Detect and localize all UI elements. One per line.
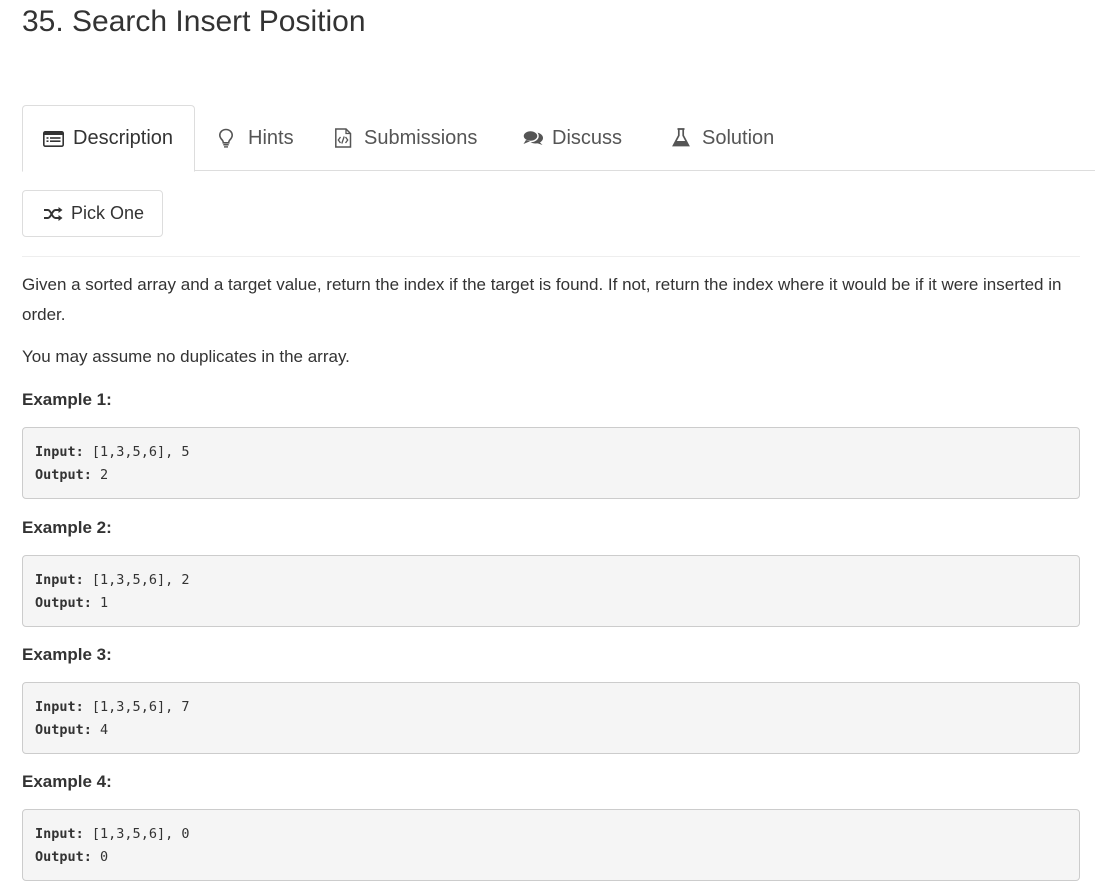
input-value: [1,3,5,6], 0 bbox=[91, 826, 190, 842]
example-code-block: Input: [1,3,5,6], 2 Output: 1 bbox=[22, 555, 1080, 627]
example-code-block: Input: [1,3,5,6], 7 Output: 4 bbox=[22, 682, 1080, 754]
tab-discuss[interactable]: Discuss bbox=[522, 105, 622, 171]
input-value: [1,3,5,6], 2 bbox=[91, 572, 190, 588]
output-value: 0 bbox=[100, 849, 109, 865]
problem-page: 35. Search Insert Position Description H… bbox=[0, 0, 1095, 895]
tab-description[interactable]: Description bbox=[22, 105, 195, 172]
tab-label: Submissions bbox=[364, 126, 478, 149]
output-label: Output: bbox=[35, 849, 92, 865]
tab-submissions[interactable]: Submissions bbox=[334, 105, 477, 171]
input-line: Input: [1,3,5,6], 5 bbox=[35, 441, 1067, 464]
output-value: 1 bbox=[100, 595, 109, 611]
example-code-block: Input: [1,3,5,6], 0 Output: 0 bbox=[22, 809, 1080, 881]
example-heading: Example 4: bbox=[22, 772, 112, 791]
input-line: Input: [1,3,5,6], 7 bbox=[35, 696, 1067, 719]
output-label: Output: bbox=[35, 595, 92, 611]
example-heading: Example 3: bbox=[22, 645, 112, 664]
example-code-block: Input: [1,3,5,6], 5 Output: 2 bbox=[22, 427, 1080, 499]
input-line: Input: [1,3,5,6], 0 bbox=[35, 823, 1067, 846]
tab-label: Discuss bbox=[552, 126, 623, 149]
page-title: 35. Search Insert Position bbox=[22, 5, 366, 38]
input-line: Input: [1,3,5,6], 2 bbox=[35, 569, 1067, 592]
output-label: Output: bbox=[35, 467, 92, 483]
output-value: 2 bbox=[100, 467, 109, 483]
tab-solution[interactable]: Solution bbox=[672, 105, 774, 171]
tab-label: Hints bbox=[248, 126, 294, 149]
input-value: [1,3,5,6], 5 bbox=[91, 444, 190, 460]
description-paragraph: Given a sorted array and a target value,… bbox=[22, 275, 1062, 324]
input-value: [1,3,5,6], 7 bbox=[91, 699, 190, 715]
output-line: Output: 2 bbox=[35, 464, 1067, 487]
code-file-icon bbox=[334, 128, 358, 148]
example-heading: Example 1: bbox=[22, 390, 112, 409]
divider bbox=[22, 256, 1080, 257]
input-label: Input: bbox=[35, 826, 84, 842]
lightbulb-icon bbox=[218, 128, 242, 148]
input-label: Input: bbox=[35, 572, 84, 588]
output-value: 4 bbox=[100, 722, 109, 738]
tab-bar: Description Hints Submissions Discuss So… bbox=[22, 105, 1095, 172]
example-heading: Example 2: bbox=[22, 518, 112, 537]
output-line: Output: 1 bbox=[35, 592, 1067, 615]
description-icon bbox=[43, 129, 67, 149]
tab-label: Solution bbox=[702, 126, 775, 149]
input-label: Input: bbox=[35, 699, 84, 715]
tab-label: Description bbox=[73, 127, 174, 149]
output-line: Output: 4 bbox=[35, 719, 1067, 742]
output-label: Output: bbox=[35, 722, 92, 738]
pick-one-label: Pick One bbox=[71, 203, 145, 223]
flask-icon bbox=[672, 128, 696, 148]
output-line: Output: 0 bbox=[35, 846, 1067, 869]
pick-one-button[interactable]: Pick One bbox=[22, 190, 163, 237]
assumption-paragraph: You may assume no duplicates in the arra… bbox=[22, 347, 350, 366]
tab-hints[interactable]: Hints bbox=[218, 105, 294, 171]
comments-icon bbox=[522, 128, 546, 148]
shuffle-icon bbox=[43, 205, 65, 223]
input-label: Input: bbox=[35, 444, 84, 460]
